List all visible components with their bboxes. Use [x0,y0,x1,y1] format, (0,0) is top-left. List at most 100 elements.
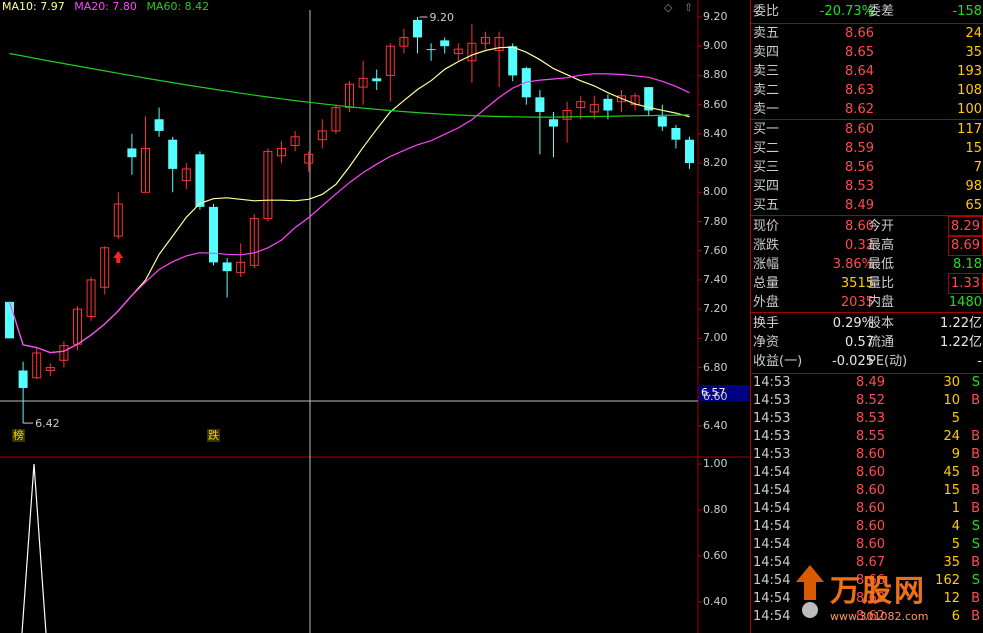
tick-time: 14:54 [753,501,791,516]
candle-body-down [18,370,28,389]
stat-label: 外盘 [753,295,780,310]
tick-price: 8.49 [856,375,885,390]
ask-label: 卖五 [753,26,780,41]
bid-volume: 65 [965,198,982,213]
tick-time: 14:54 [753,537,791,552]
tick-time: 14:54 [753,465,791,480]
bid-label: 买三 [753,160,780,175]
tick-price: 8.60 [856,519,885,534]
ask-row: 卖四 8.65 35 [751,43,983,62]
badge-bang[interactable]: 榜 [12,429,25,442]
price-axis-label: 9.00 [703,39,728,53]
tick-row[interactable]: 14:53 8.49 30 S [751,374,983,392]
ask-label: 卖二 [753,83,780,98]
tick-row[interactable]: 14:53 8.52 10 B [751,392,983,410]
candle-body-down [222,262,232,272]
tick-price: 8.53 [856,411,885,426]
candle-body-down [154,119,164,131]
price-axis-label: 6.40 [703,419,728,432]
bid-volume: 15 [965,141,982,156]
stat-row: 总量 3515 量比 1.33 [751,273,983,294]
bid-price: 8.59 [845,141,874,156]
stat-value-2: 8.29 [948,216,983,237]
tick-row[interactable]: 14:54 8.60 45 B [751,464,983,482]
kline-svg[interactable]: 9.20 6.42 [0,0,750,633]
tick-volume: 15 [943,483,960,498]
weibi-label: 委比 [753,4,780,19]
tick-time: 14:54 [753,519,791,534]
tick-row[interactable]: 14:54 8.60 4 S [751,518,983,536]
ask-row: 卖一 8.62 100 [751,100,983,119]
tick-volume: 45 [943,465,960,480]
tick-side: B [971,483,980,498]
tick-side: S [971,375,980,390]
tick-row[interactable]: 14:54 8.60 1 B [751,500,983,518]
bid-label: 买二 [753,141,780,156]
ask-price: 8.64 [845,64,874,79]
candle-body-down [603,98,613,111]
price-axis-label: 6.80 [703,360,728,374]
ma10-label: MA10: 7.97 [2,0,65,13]
indicator-axis-label: 1.00 [703,457,728,470]
tick-row[interactable]: 14:53 8.60 9 B [751,446,983,464]
fund-value-2: 1.22亿 [940,335,982,350]
ask-row: 卖三 8.64 193 [751,62,983,81]
candle-body-down [440,40,450,47]
tick-price: 8.60 [856,447,885,462]
fund-value-2: 1.22亿 [940,316,982,331]
fund-value-2: - [977,354,982,369]
chart-corner-icons: ◇ ⇧ [664,1,701,14]
ask-volume: 24 [965,26,982,41]
bid-row: 买二 8.59 15 [751,139,983,158]
tick-price: 8.60 [856,465,885,480]
up-arrow-icon[interactable]: ⇧ [684,1,693,14]
watermark-logo: 万股网 www.301082.com [790,560,980,630]
candle-body-down [168,139,178,169]
tick-row[interactable]: 14:54 8.60 15 B [751,482,983,500]
bid-label: 买一 [753,122,780,137]
tick-row[interactable]: 14:53 8.55 24 B [751,428,983,446]
stat-row: 外盘 2035 内盘 1480 [751,293,983,312]
stat-label: 涨幅 [753,257,780,272]
tick-volume: 5 [951,411,960,426]
price-axis-label: 9.20 [703,10,728,23]
tick-side: B [971,393,980,408]
indicator-spike-line [21,463,47,633]
stat-row: 涨跌 0.32 最高 8.69 [751,235,983,256]
badge-die[interactable]: 跌 [207,429,220,442]
buy-signal-arrow-icon [113,251,124,264]
tick-row[interactable]: 14:53 8.53 5 [751,410,983,428]
price-axis-label: 8.80 [703,68,728,82]
tick-time: 14:54 [753,555,791,570]
bid-volume: 117 [957,122,982,137]
watermark-text: 万股网 [830,574,926,609]
fund-row: 净资 0.57 流通 1.22亿 [751,333,983,352]
tick-side: B [971,465,980,480]
price-axis-label: 8.00 [703,185,728,199]
price-axis-label: 7.40 [703,272,728,286]
price-axis-label: 7.60 [703,243,728,257]
stat-value-2: 8.69 [948,235,983,256]
fund-label-2: 流通 [868,335,895,350]
stat-label-2: 最低 [868,257,895,272]
kline-chart[interactable]: 9.20 6.42 MA10: 7.97 MA20: 7.80 MA60: 8.4… [0,0,750,633]
tick-time: 14:54 [753,483,791,498]
price-axis-label: 7.80 [703,214,728,228]
stat-label-2: 最高 [868,238,895,253]
tick-volume: 24 [943,429,960,444]
bid-row: 买三 8.56 7 [751,158,983,177]
stat-label: 总量 [753,276,780,291]
bid-price: 8.53 [845,179,874,194]
candle-body-down [657,116,667,127]
bid-row: 买四 8.53 98 [751,177,983,196]
ask-label: 卖四 [753,45,780,60]
stat-label: 现价 [753,219,780,234]
ask-volume: 35 [965,45,982,60]
tick-row[interactable]: 14:54 8.60 5 S [751,536,983,554]
indicator-axis-label: 0.40 [703,595,728,608]
ask-label: 卖一 [753,102,780,117]
tick-time: 14:53 [753,393,791,408]
diamond-icon[interactable]: ◇ [664,1,672,14]
price-axis-label: 8.20 [703,156,728,170]
tick-volume: 1 [951,501,960,516]
